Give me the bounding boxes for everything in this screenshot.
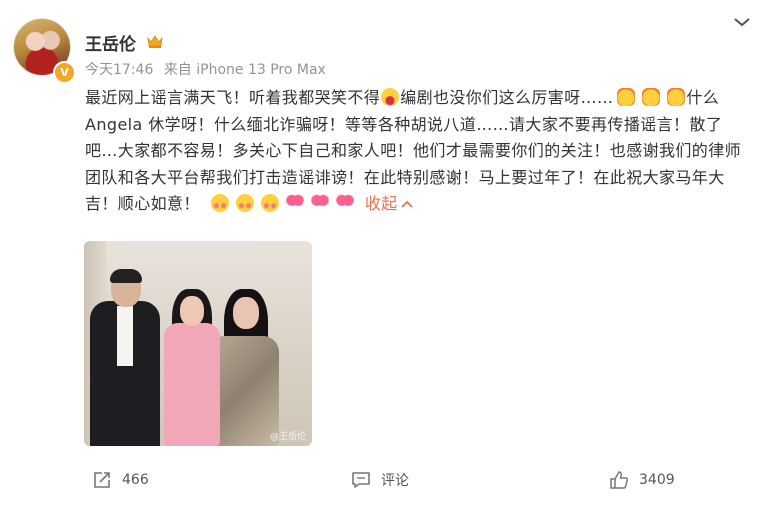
- cake-emoji-icon: [667, 88, 686, 106]
- heart-emoji-icon: [311, 194, 330, 212]
- post-time[interactable]: 今天17:46: [85, 62, 153, 78]
- post-meta: 今天17:46 来自 iPhone 13 Pro Max: [85, 59, 332, 79]
- author-name[interactable]: 王岳伦: [85, 30, 136, 55]
- vip-crown-icon: [147, 35, 163, 48]
- forward-button[interactable]: 466: [92, 470, 149, 490]
- comment-button[interactable]: 评论: [351, 470, 409, 490]
- post-source: 来自 iPhone 13 Pro Max: [163, 62, 326, 78]
- blush-emoji-icon: [236, 194, 255, 212]
- like-count: 3409: [639, 472, 675, 488]
- collapse-label: 收起: [364, 194, 398, 213]
- photo-watermark: @王岳伦: [269, 432, 306, 442]
- like-button[interactable]: 3409: [609, 470, 675, 490]
- post-photo[interactable]: @王岳伦: [84, 241, 312, 446]
- post-text-part-1: 最近网上谣言满天飞！听着我都哭笑不得: [85, 88, 381, 107]
- forward-count: 466: [122, 472, 149, 488]
- heart-emoji-icon: [336, 194, 355, 212]
- heart-emoji-icon: [286, 194, 305, 212]
- verified-icon: V: [53, 61, 76, 84]
- laugh-emoji-icon: [381, 88, 400, 106]
- cake-emoji-icon: [617, 88, 636, 106]
- blush-emoji-icon: [261, 194, 280, 212]
- comment-icon: [352, 472, 370, 488]
- comment-label: 评论: [381, 473, 409, 489]
- chevron-up-icon: [400, 200, 413, 208]
- chevron-down-icon[interactable]: [733, 15, 751, 29]
- post-text: 最近网上谣言满天飞！听着我都哭笑不得 编剧也没你们这么厉害呀…… 什么Angela …: [85, 85, 755, 218]
- blush-emoji-icon: [211, 194, 230, 212]
- cake-emoji-icon: [642, 88, 661, 106]
- forward-icon: [94, 472, 110, 488]
- collapse-link[interactable]: 收起: [365, 194, 413, 213]
- post-text-part-2: 编剧也没你们这么厉害呀……: [400, 88, 614, 107]
- like-icon: [610, 471, 629, 489]
